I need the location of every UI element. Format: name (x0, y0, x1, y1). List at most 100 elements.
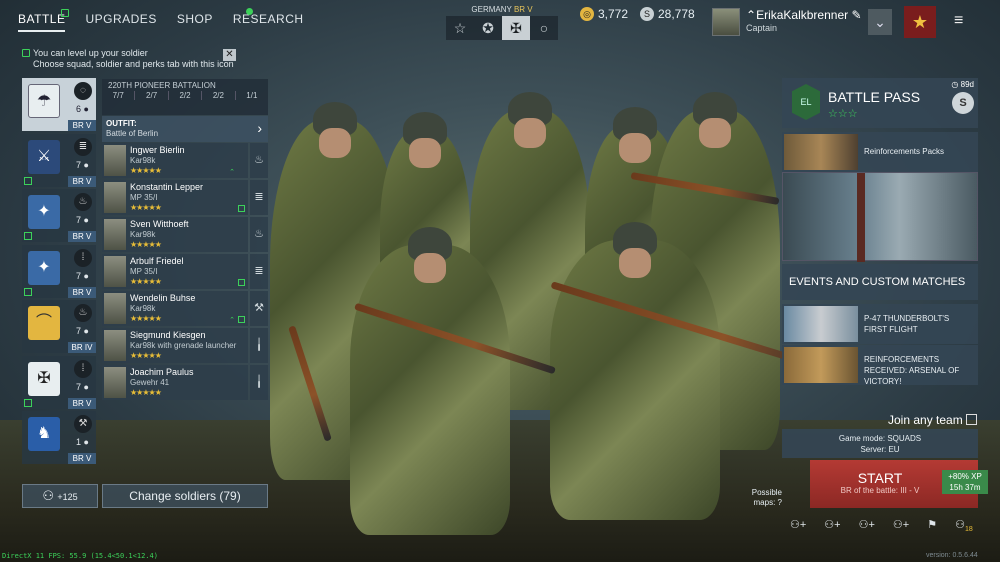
soldier-row[interactable]: Konstantin Lepper MP 35/I ★★★★★ (102, 180, 248, 215)
event-card[interactable]: REINFORCEMENTS RECEIVED: ARSENAL OF VICT… (782, 345, 978, 386)
soldier-row[interactable]: Arbulf Friedel MP 35/I ★★★★★ (102, 254, 248, 289)
squad-card[interactable]: ✦ ⁞ 7 ● BR V (22, 245, 96, 298)
group-icon: ⚇ (42, 488, 55, 503)
soldier-portrait (104, 256, 126, 287)
upgrade-badge (238, 279, 245, 286)
menu-icon[interactable]: ≡ (954, 12, 963, 30)
person-icon: ● (81, 104, 89, 114)
player-profile[interactable]: ⌃ErikaKalkbrenner ✎ Captain (712, 8, 862, 38)
flag-icon[interactable]: ⚑ (927, 518, 937, 533)
squad-card[interactable]: ✦ ♨ 7 ● BR V (22, 189, 96, 242)
season-coin-icon: S (952, 92, 974, 114)
add-squads-button[interactable]: ⚇ +125 (22, 484, 98, 508)
outfit-label: OUTFIT: (106, 119, 137, 128)
soldier-row[interactable]: Wendelin Buhse Kar98k ★★★★★ ⌃ (102, 291, 248, 326)
soldier-figure (550, 222, 720, 520)
squad-card[interactable]: ⚔ ≣ 7 ● BR V (22, 134, 96, 187)
add-squads-label: +125 (57, 492, 78, 502)
soldier-stars: ★★★★★ (130, 277, 162, 286)
tip-line-2: Choose squad, soldier and perks tab with… (33, 59, 234, 69)
flame-class-icon: ♨ (250, 217, 268, 252)
army-selector: ☆ ✪ ✠ ○ (446, 16, 558, 40)
events-header[interactable]: EVENTS AND CUSTOM MATCHES (782, 264, 978, 300)
outfit-selector[interactable]: OUTFIT: Battle of Berlin › (102, 116, 268, 142)
squad-card[interactable]: ✠ ⁞ 7 ● BR V (22, 356, 96, 409)
army-circle-icon[interactable]: ○ (530, 16, 558, 40)
soldier-row[interactable]: Siegmund Kiesgen Kar98k with grenade laun… (102, 328, 248, 363)
chevron-right-icon: › (257, 120, 262, 136)
red-star-icon[interactable]: ★ (904, 6, 936, 38)
squad-br: BR V (68, 176, 96, 187)
rifles-icon: ⚔ (28, 140, 60, 174)
soldier-stars: ★★★★★ (130, 351, 162, 360)
soldier-row[interactable]: Ingwer Bierlin Kar98k ★★★★★ ⌃ (102, 143, 248, 178)
soldier-stars: ★★★★★ (130, 314, 162, 323)
promo-banner[interactable] (782, 172, 978, 262)
invite-player-icon[interactable]: ⚇+ (824, 518, 840, 533)
army-star-icon[interactable]: ☆ (446, 16, 474, 40)
upgrade-badge (24, 177, 32, 185)
upgrade-badge (238, 205, 245, 212)
wrench-class-icon: ⚒ (250, 291, 268, 326)
friends-count: 18 (964, 526, 973, 534)
invite-player-icon[interactable]: ⚇+ (893, 518, 909, 533)
upgrade-badge (238, 316, 245, 323)
event-card[interactable]: P-47 THUNDERBOLT'S FIRST FLIGHT (782, 304, 978, 344)
squad-br: BR V (68, 398, 96, 409)
person-icon: ● (81, 326, 89, 336)
squad-card[interactable]: ♞ ⚒ 1 ● BR V (22, 411, 96, 464)
soldier-portrait (104, 145, 126, 176)
start-label: START (857, 470, 903, 486)
tab-research[interactable]: RESEARCH (233, 12, 304, 32)
join-any-team-checkbox[interactable] (966, 414, 977, 425)
lion-icon: ♞ (28, 417, 60, 451)
game-mode-selector[interactable]: Game mode: SQUADS Server: EU (782, 429, 978, 458)
wrench-icon: ⚒ (74, 415, 92, 433)
fire-icon: ♨ (74, 193, 92, 211)
gold-currency[interactable]: S 28,778 (640, 7, 695, 21)
soldier-stars: ★★★★★ (130, 388, 162, 397)
xp-time: 15h 37m (949, 483, 981, 492)
squad-stat: 7/7 (112, 91, 124, 100)
friends-icon[interactable]: ⚇18 (955, 518, 973, 533)
rank-icon[interactable]: ⌄ (868, 9, 892, 35)
soldier-weapon: Kar98k (130, 156, 156, 165)
reinforcements-card[interactable]: Reinforcements Packs (782, 132, 978, 172)
squad-header: 220TH PIONEER BATTALION 7/7 2/7 2/2 2/2 … (102, 79, 268, 115)
tab-upgrades[interactable]: UPGRADES (85, 12, 156, 32)
tab-shop[interactable]: SHOP (177, 12, 213, 32)
p47-thumbnail (784, 306, 858, 342)
silver-currency[interactable]: ◎ 3,772 (580, 7, 628, 21)
squad-br: BR V (68, 453, 96, 464)
bow-icon: ⌒ (28, 306, 60, 340)
soldier-portrait (104, 293, 126, 324)
battle-pass-stars: ☆☆☆ (828, 108, 858, 120)
upgrade-badge (24, 232, 32, 240)
squad-stat: 2/7 (134, 91, 167, 100)
flame-class-icon: ♨ (250, 143, 268, 178)
invite-player-icon[interactable]: ⚇+ (790, 518, 806, 533)
tip-line-1: You can level up your soldier (33, 48, 148, 58)
close-tip-button[interactable]: ✕ (223, 49, 236, 61)
squad-card[interactable]: ☂ ◌ 6 ● BR V (22, 78, 96, 131)
army-cross-icon[interactable]: ✠ (502, 16, 530, 40)
battle-pass-days: 89d (960, 80, 974, 89)
possible-maps[interactable]: Possible maps: ? (736, 488, 782, 508)
change-soldiers-button[interactable]: Change soldiers (79) (102, 484, 268, 508)
tab-battle[interactable]: BATTLE (18, 12, 66, 32)
battle-pass-card[interactable]: EL BATTLE PASS ☆☆☆ ◷ 89d S (782, 78, 978, 128)
soldier-row[interactable]: Joachim Paulus Gewehr 41 ★★★★★ (102, 365, 248, 400)
squad-card[interactable]: ⌒ ♨ 7 ● BR IV (22, 300, 96, 353)
eagle-icon: ✦ (28, 251, 60, 285)
fire-icon: ♨ (74, 304, 92, 322)
squad-type-icon: ◌ (74, 82, 92, 100)
army-badge-icon[interactable]: ✪ (474, 16, 502, 40)
upgrade-badge (24, 288, 32, 296)
edit-icon: ✎ (848, 8, 862, 22)
tank-thumbnail (784, 347, 858, 383)
soldier-name: Arbulf Friedel (130, 256, 184, 266)
list-class-icon: ≣ (250, 254, 268, 289)
soldier-row[interactable]: Sven Witthoeft Kar98k ★★★★★ (102, 217, 248, 252)
invite-player-icon[interactable]: ⚇+ (859, 518, 875, 533)
silver-coin-icon: ◎ (580, 7, 594, 21)
